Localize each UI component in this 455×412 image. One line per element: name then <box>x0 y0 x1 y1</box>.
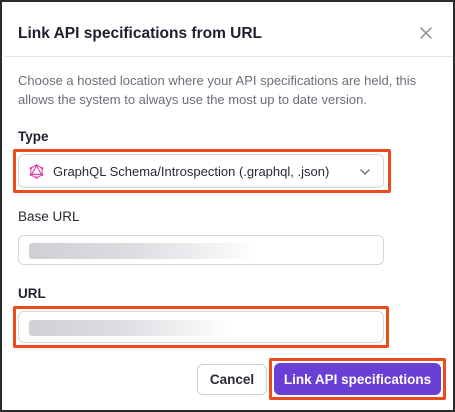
graphql-icon <box>29 163 44 179</box>
link-api-dialog: Link API specifications from URL Choose … <box>0 0 455 412</box>
type-select[interactable]: GraphQL Schema/Introspection (.graphql, … <box>18 154 384 188</box>
type-select-value: GraphQL Schema/Introspection (.graphql, … <box>53 163 330 179</box>
redacted-value <box>29 243 259 259</box>
chevron-down-icon <box>360 169 370 175</box>
dialog-title: Link API specifications from URL <box>18 25 263 42</box>
base-url-label: Base URL <box>18 209 80 224</box>
link-api-specifications-button[interactable]: Link API specifications <box>274 363 441 395</box>
close-icon[interactable] <box>419 26 433 40</box>
dialog-description: Choose a hosted location where your API … <box>18 73 417 107</box>
header-divider <box>4 56 453 57</box>
type-label: Type <box>18 129 49 144</box>
url-label: URL <box>18 286 46 301</box>
redacted-value <box>29 320 229 336</box>
cancel-button[interactable]: Cancel <box>197 364 267 395</box>
base-url-input[interactable] <box>18 235 384 265</box>
url-input[interactable] <box>18 311 384 343</box>
